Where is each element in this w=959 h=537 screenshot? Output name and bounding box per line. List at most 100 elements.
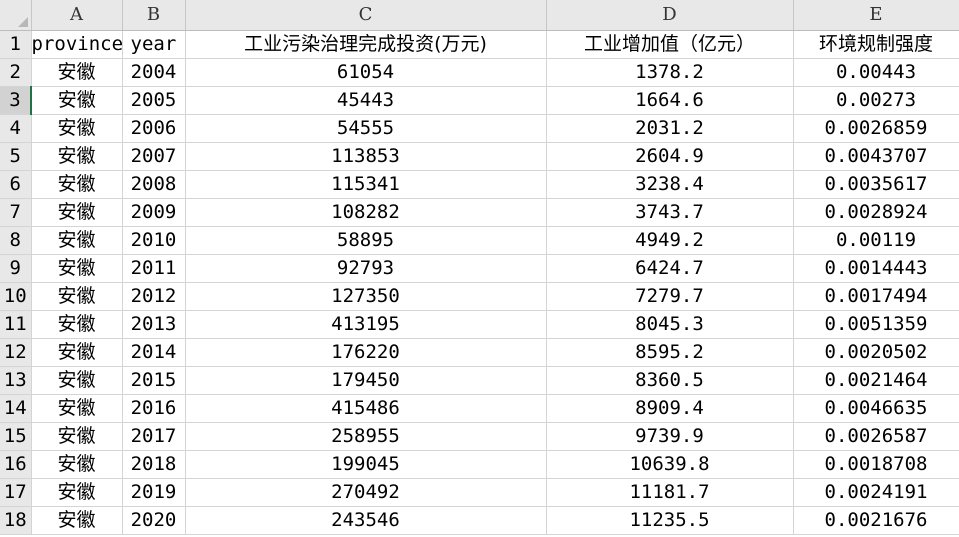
cell-d15[interactable]: 9739.9 <box>546 422 794 451</box>
cell-e10[interactable]: 0.0017494 <box>793 282 959 311</box>
cell-d18[interactable]: 11235.5 <box>546 506 794 535</box>
row-header[interactable]: 16 <box>0 450 32 479</box>
cell-a13[interactable]: 安徽 <box>31 366 123 395</box>
cell-e17[interactable]: 0.0024191 <box>793 478 959 507</box>
cell-b5[interactable]: 2007 <box>122 142 186 171</box>
cell-d11[interactable]: 8045.3 <box>546 310 794 339</box>
row-header[interactable]: 3 <box>0 86 32 115</box>
cell-a11[interactable]: 安徽 <box>31 310 123 339</box>
cell-e3[interactable]: 0.00273 <box>793 86 959 115</box>
cell-a3[interactable]: 安徽 <box>31 86 123 115</box>
cell-e15[interactable]: 0.0026587 <box>793 422 959 451</box>
cell-a17[interactable]: 安徽 <box>31 478 123 507</box>
column-header-c[interactable]: C <box>185 0 547 31</box>
cell-d8[interactable]: 4949.2 <box>546 226 794 255</box>
row-header[interactable]: 10 <box>0 282 32 311</box>
cell-b2[interactable]: 2004 <box>122 58 186 87</box>
cell-a14[interactable]: 安徽 <box>31 394 123 423</box>
row-header[interactable]: 12 <box>0 338 32 367</box>
cell-c3[interactable]: 45443 <box>185 86 547 115</box>
cell-a7[interactable]: 安徽 <box>31 198 123 227</box>
row-header[interactable]: 8 <box>0 226 32 255</box>
cell-b8[interactable]: 2010 <box>122 226 186 255</box>
cell-c6[interactable]: 115341 <box>185 170 547 199</box>
cell-d13[interactable]: 8360.5 <box>546 366 794 395</box>
cell-e13[interactable]: 0.0021464 <box>793 366 959 395</box>
row-header[interactable]: 4 <box>0 114 32 143</box>
cell-c10[interactable]: 127350 <box>185 282 547 311</box>
column-header-e[interactable]: E <box>793 0 959 31</box>
row-header[interactable]: 7 <box>0 198 32 227</box>
cell-d14[interactable]: 8909.4 <box>546 394 794 423</box>
cell-b9[interactable]: 2011 <box>122 254 186 283</box>
cell-e14[interactable]: 0.0046635 <box>793 394 959 423</box>
cell-d10[interactable]: 7279.7 <box>546 282 794 311</box>
cell-b16[interactable]: 2018 <box>122 450 186 479</box>
cell-e2[interactable]: 0.00443 <box>793 58 959 87</box>
cell-c8[interactable]: 58895 <box>185 226 547 255</box>
row-header[interactable]: 5 <box>0 142 32 171</box>
cell-b6[interactable]: 2008 <box>122 170 186 199</box>
row-header[interactable]: 17 <box>0 478 32 507</box>
cell-e4[interactable]: 0.0026859 <box>793 114 959 143</box>
cell-d16[interactable]: 10639.8 <box>546 450 794 479</box>
cell-c18[interactable]: 243546 <box>185 506 547 535</box>
cell-c14[interactable]: 415486 <box>185 394 547 423</box>
cell-c16[interactable]: 199045 <box>185 450 547 479</box>
cell-c4[interactable]: 54555 <box>185 114 547 143</box>
cell-b14[interactable]: 2016 <box>122 394 186 423</box>
cell-c15[interactable]: 258955 <box>185 422 547 451</box>
cell-b11[interactable]: 2013 <box>122 310 186 339</box>
row-header[interactable]: 11 <box>0 310 32 339</box>
cell-b13[interactable]: 2015 <box>122 366 186 395</box>
row-header[interactable]: 9 <box>0 254 32 283</box>
cell-c13[interactable]: 179450 <box>185 366 547 395</box>
cell-d7[interactable]: 3743.7 <box>546 198 794 227</box>
row-header[interactable]: 1 <box>0 30 32 59</box>
cell-e8[interactable]: 0.00119 <box>793 226 959 255</box>
cell-d1[interactable]: 工业增加值（亿元） <box>546 30 794 59</box>
cell-e9[interactable]: 0.0014443 <box>793 254 959 283</box>
cell-d2[interactable]: 1378.2 <box>546 58 794 87</box>
cell-b3[interactable]: 2005 <box>122 86 186 115</box>
cell-d4[interactable]: 2031.2 <box>546 114 794 143</box>
cell-b7[interactable]: 2009 <box>122 198 186 227</box>
cell-b10[interactable]: 2012 <box>122 282 186 311</box>
cell-a5[interactable]: 安徽 <box>31 142 123 171</box>
cell-d17[interactable]: 11181.7 <box>546 478 794 507</box>
cell-a8[interactable]: 安徽 <box>31 226 123 255</box>
cell-d3[interactable]: 1664.6 <box>546 86 794 115</box>
column-header-d[interactable]: D <box>546 0 794 31</box>
cell-e7[interactable]: 0.0028924 <box>793 198 959 227</box>
cell-a9[interactable]: 安徽 <box>31 254 123 283</box>
select-all-corner[interactable] <box>0 0 32 31</box>
cell-a6[interactable]: 安徽 <box>31 170 123 199</box>
cell-c11[interactable]: 413195 <box>185 310 547 339</box>
row-header[interactable]: 14 <box>0 394 32 423</box>
cell-d5[interactable]: 2604.9 <box>546 142 794 171</box>
row-header[interactable]: 6 <box>0 170 32 199</box>
cell-b1[interactable]: year <box>122 30 186 59</box>
row-header[interactable]: 13 <box>0 366 32 395</box>
cell-c9[interactable]: 92793 <box>185 254 547 283</box>
cell-a12[interactable]: 安徽 <box>31 338 123 367</box>
cell-a2[interactable]: 安徽 <box>31 58 123 87</box>
cell-c12[interactable]: 176220 <box>185 338 547 367</box>
cell-e1[interactable]: 环境规制强度 <box>793 30 959 59</box>
cell-a10[interactable]: 安徽 <box>31 282 123 311</box>
cell-a18[interactable]: 安徽 <box>31 506 123 535</box>
cell-e12[interactable]: 0.0020502 <box>793 338 959 367</box>
row-header[interactable]: 2 <box>0 58 32 87</box>
cell-b15[interactable]: 2017 <box>122 422 186 451</box>
cell-e18[interactable]: 0.0021676 <box>793 506 959 535</box>
column-header-b[interactable]: B <box>122 0 186 31</box>
cell-b12[interactable]: 2014 <box>122 338 186 367</box>
row-header[interactable]: 18 <box>0 506 32 535</box>
column-header-a[interactable]: A <box>31 0 123 31</box>
cell-c7[interactable]: 108282 <box>185 198 547 227</box>
cell-c5[interactable]: 113853 <box>185 142 547 171</box>
cell-b18[interactable]: 2020 <box>122 506 186 535</box>
cell-b17[interactable]: 2019 <box>122 478 186 507</box>
cell-a1[interactable]: province <box>31 30 123 59</box>
cell-c2[interactable]: 61054 <box>185 58 547 87</box>
